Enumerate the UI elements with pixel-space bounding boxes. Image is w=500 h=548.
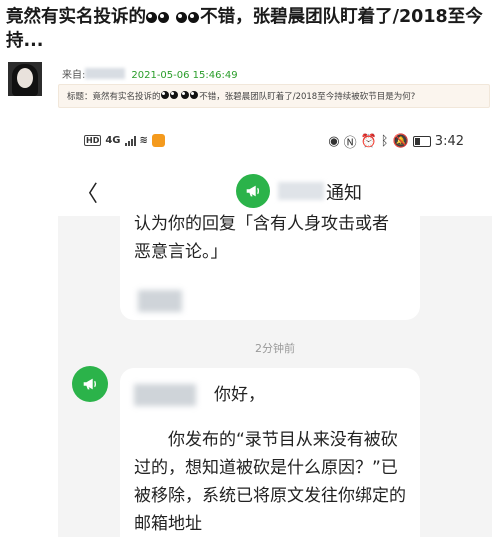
megaphone-icon [72,366,108,402]
status-bar: HD 4G ≋ ◉ Ⓝ ⏰ ᛒ 🔕 3:42 [58,118,492,164]
mute-icon: 🔕 [392,134,409,149]
eye-icon: ◉ [328,134,340,149]
hd-icon: HD [84,135,102,146]
message-text: 认为你的回复「含有人身攻击或者恶意言论。」 [134,214,389,262]
message-text: 你发布的“录节目从来没有被砍过的，想知道被砍是什么原因？”已被移除，系统已将原文… [134,430,406,534]
blurred-content [138,290,182,312]
nav-title: 通知 [326,183,362,204]
wifi-icon: ≋ [139,135,148,146]
eyes-emoji-icon [176,5,200,29]
battery-icon [412,136,431,147]
post-date: 2021-05-06 15:46:49 [131,70,238,81]
post-meta: 来自: 2021-05-06 15:46:49 [62,66,238,81]
message-list[interactable]: 认为你的回复「含有人身攻击或者恶意言论。」 2分钟前 你好， 你发布的“录节目从… [58,214,492,548]
message-timestamp: 2分钟前 [255,342,295,355]
title-notice: 标题：竟然有实名投诉的 不错，张碧晨团队盯着了/2018至今持续被砍节目是为何? [58,84,490,108]
nfc-icon: Ⓝ [343,136,357,151]
blurred-sender-name [278,182,324,200]
eyes-emoji-icon [146,5,170,29]
signal-icon [124,135,136,146]
back-button[interactable]: 〈 [76,176,98,208]
source-label: 来自: [62,70,86,81]
post-title: 竟然有实名投诉的 不错，张碧晨团队盯着了/2018至今持... [6,5,483,51]
network-type: 4G [105,135,121,146]
eyes-emoji-icon [160,91,200,102]
blurred-username [85,68,126,79]
phone-screenshot: HD 4G ≋ ◉ Ⓝ ⏰ ᛒ 🔕 3:42 〈 通知 认为你的回复「含有人身攻… [58,118,492,548]
message-bubble: 你好， 你发布的“录节目从来没有被砍过的，想知道被砍是什么原因？”已被移除，系统… [120,368,420,548]
avatar[interactable] [8,62,42,96]
app-notification-icon [151,134,165,147]
alarm-icon: ⏰ [360,134,377,149]
clock-time: 3:42 [434,134,464,149]
megaphone-icon [236,174,270,208]
message-bubble: 认为你的回复「含有人身攻击或者恶意言论。」 [120,214,420,320]
message-greeting: 你好， [214,385,265,405]
bluetooth-icon: ᛒ [380,134,389,149]
blurred-username [134,384,196,406]
nav-bar: 〈 通知 [58,164,492,216]
